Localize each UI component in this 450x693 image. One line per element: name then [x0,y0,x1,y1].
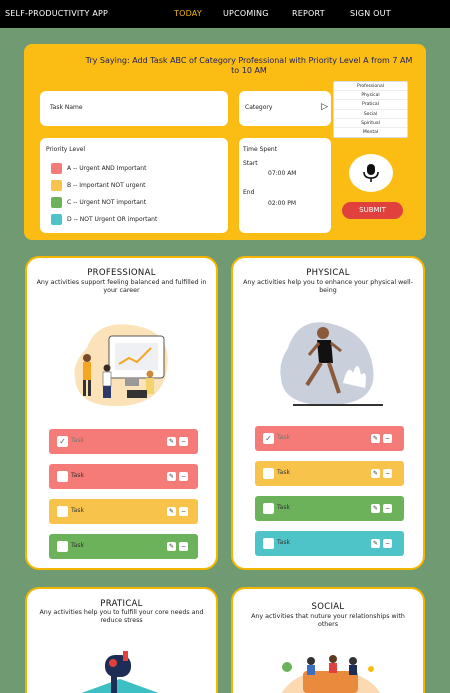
task-checkbox[interactable] [57,471,68,482]
card-title: PHYSICAL [306,268,350,278]
delete-icon[interactable]: − [179,472,188,481]
start-label: Start [243,160,258,167]
edit-icon[interactable]: ✎ [167,542,176,551]
priority-option-b[interactable]: B -- Important NOT urgent [51,180,146,191]
task-label: Task [277,469,290,476]
nav-today[interactable]: TODAY [174,9,202,18]
card-description: Any activities help you to enhance your … [243,279,413,294]
task-checkbox[interactable] [57,541,68,552]
card-description: Any activities that nuture your relation… [251,613,405,628]
category-option-mental[interactable]: Mental [334,128,407,137]
time-spent-box: Time Spent Start 07:00 AM End 02:00 PM [239,138,331,233]
card-title: SOCIAL [311,602,345,612]
physical-card: PHYSICAL Any activities help you to enha… [231,256,425,570]
microphone-icon [363,164,379,182]
add-task-panel: Try Saying: Add Task ABC of Category Pro… [24,44,426,240]
professional-illustration [74,324,168,407]
social-card: SOCIAL Any activities that nuture your r… [231,587,425,693]
task-row[interactable]: Task ✎ − [255,531,404,556]
task-label: Task [71,472,84,479]
edit-icon[interactable]: ✎ [371,434,380,443]
priority-option-d[interactable]: D -- NOT Urgent OR important [51,214,157,225]
task-checkbox[interactable] [57,506,68,517]
cursor-arrow-icon: ▷ [321,102,328,112]
task-row[interactable]: Task ✎ − [49,534,198,559]
card-description: Any activities help you to fulfill your … [39,609,204,624]
card-title: PROFESSIONAL [87,268,156,278]
time-spent-label: Time Spent [243,146,278,153]
category-label: Category [245,104,273,111]
priority-b-swatch [51,180,62,191]
edit-icon[interactable]: ✎ [371,504,380,513]
task-label: Task [277,504,290,511]
edit-icon[interactable]: ✎ [167,437,176,446]
microphone-button[interactable] [349,154,393,192]
professional-card: PROFESSIONAL Any activities support feel… [25,256,218,570]
pratical-illustration [81,651,159,693]
priority-option-c[interactable]: C -- Urgent NOT important [51,197,146,208]
task-name-label: Task Name [50,104,83,111]
category-dropdown[interactable]: Professional Physical Pratical Social Sp… [333,81,408,139]
task-row[interactable]: Task ✎ − [49,464,198,489]
app-title: SELF-PRODUCTIVITY APP [5,9,109,18]
priority-d-label: D -- NOT Urgent OR important [67,216,158,223]
edit-icon[interactable]: ✎ [371,539,380,548]
category-option-professional[interactable]: Professional [334,82,407,92]
top-nav: SELF-PRODUCTIVITY APP TODAY UPCOMING REP… [0,0,450,28]
task-checkbox[interactable] [263,468,274,479]
priority-level-box: Priority Level A -- Urgent AND Important… [40,138,228,233]
card-title: PRATICAL [100,599,143,609]
task-row[interactable]: Task ✎ − [49,499,198,524]
task-checkbox[interactable]: ✓ [263,433,274,444]
task-label: Task [71,507,84,514]
task-label: Task [71,542,84,549]
task-checkbox[interactable]: ✓ [57,436,68,447]
delete-icon[interactable]: − [179,542,188,551]
task-row[interactable]: Task ✎ − [255,461,404,486]
task-checkbox[interactable] [263,538,274,549]
delete-icon[interactable]: − [179,507,188,516]
nav-sign-out[interactable]: SIGN OUT [350,9,391,18]
delete-icon[interactable]: − [383,504,392,513]
task-row[interactable]: Task ✎ − [255,496,404,521]
delete-icon[interactable]: − [383,434,392,443]
priority-b-label: B -- Important NOT urgent [67,182,146,189]
task-label: Task [277,434,290,441]
delete-icon[interactable]: − [383,539,392,548]
edit-icon[interactable]: ✎ [167,472,176,481]
nav-report[interactable]: REPORT [292,9,325,18]
category-option-spiritual[interactable]: Spiritual [334,119,407,128]
start-time-input[interactable]: 07:00 AM [268,170,296,177]
category-option-social[interactable]: Social [334,110,407,119]
submit-button[interactable]: SUBMIT [342,202,403,219]
priority-option-a[interactable]: A -- Urgent AND Important [51,163,146,174]
priority-c-swatch [51,197,62,208]
category-select[interactable]: Category ▷ [239,91,331,126]
card-description: Any activities support feeling balanced … [36,279,207,294]
end-label: End [243,189,255,196]
nav-upcoming[interactable]: UPCOMING [223,9,269,18]
delete-icon[interactable]: − [383,469,392,478]
task-row[interactable]: ✓ Task ✎ − [255,426,404,451]
social-illustration [281,655,381,693]
task-label: Task [71,437,84,444]
task-checkbox[interactable] [263,503,274,514]
end-time-input[interactable]: 02:00 PM [268,200,296,207]
edit-icon[interactable]: ✎ [167,507,176,516]
category-option-physical[interactable]: Physical [334,91,407,101]
task-row[interactable]: ✓ Task ✎ − [49,429,198,454]
category-option-pratical[interactable]: Pratical [334,100,407,110]
voice-hint: Try Saying: Add Task ABC of Category Pro… [85,56,413,75]
task-name-field[interactable]: Task Name [40,91,228,126]
priority-a-label: A -- Urgent AND Important [67,165,147,172]
priority-d-swatch [51,214,62,225]
priority-c-label: C -- Urgent NOT important [67,199,147,206]
pratical-card: PRATICAL Any activities help you to fulf… [25,587,218,693]
edit-icon[interactable]: ✎ [371,469,380,478]
delete-icon[interactable]: − [179,437,188,446]
physical-illustration [280,322,383,406]
task-label: Task [277,539,290,546]
priority-title: Priority Level [46,146,86,153]
priority-a-swatch [51,163,62,174]
